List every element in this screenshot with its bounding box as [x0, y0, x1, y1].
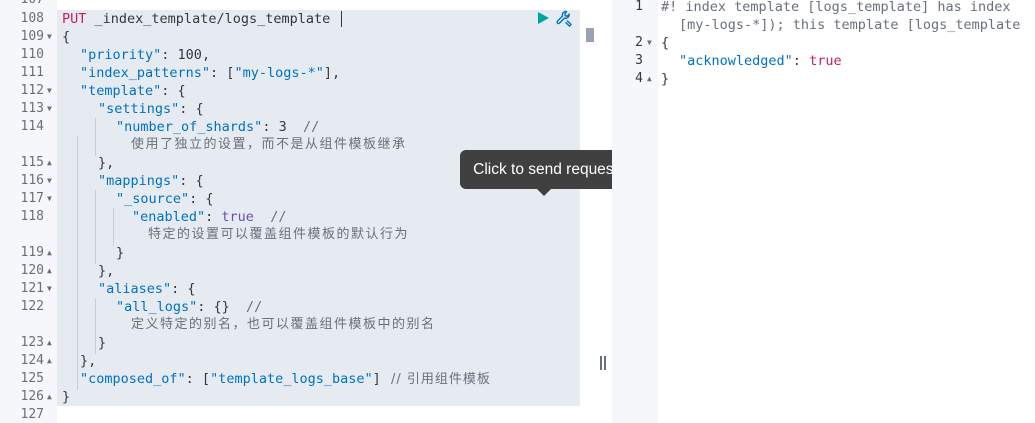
panel-resize-handle[interactable] — [598, 356, 608, 370]
wrench-icon[interactable] — [555, 9, 574, 28]
code-line[interactable]: "mappings": { — [98, 172, 204, 190]
line-number: 124 — [20, 353, 44, 368]
indent-guide — [77, 136, 78, 390]
line-number: 120 — [20, 263, 44, 278]
fold-toggle-icon[interactable]: ▼ — [47, 172, 57, 190]
fold-toggle-icon[interactable]: ▼ — [47, 28, 57, 46]
code-line[interactable]: } — [62, 388, 70, 406]
line-number: 126 — [20, 389, 44, 404]
fold-end-icon[interactable]: ▲ — [47, 244, 57, 262]
line-number: 123 — [20, 335, 44, 350]
code-line[interactable]: }, — [98, 262, 114, 280]
indent-guide — [95, 298, 96, 354]
code-line[interactable]: "index_patterns": ["my-logs-*"], — [80, 64, 340, 82]
tooltip-arrow — [537, 189, 551, 196]
text-cursor — [341, 11, 342, 27]
line-number: 3 — [635, 53, 643, 68]
line-number: 117 — [20, 191, 44, 206]
code-line[interactable]: }, — [98, 154, 114, 172]
code-line[interactable]: { — [62, 28, 70, 46]
fold-toggle-icon[interactable]: ▼ — [47, 100, 57, 118]
request-line[interactable]: PUT _index_template/logs_template — [62, 10, 330, 28]
indent-guide — [113, 208, 114, 246]
fold-toggle-icon[interactable]: ▼ — [647, 34, 657, 52]
line-number: 111 — [20, 65, 44, 80]
line-number: 125 — [20, 371, 44, 386]
send-request-tooltip: Click to send request — [460, 150, 631, 189]
line-number: 108 — [20, 11, 44, 26]
code-line[interactable]: "all_logs": {} // — [116, 298, 262, 316]
fold-end-icon[interactable]: ▲ — [47, 154, 57, 172]
indent-guide — [95, 118, 96, 156]
line-number: 112 — [20, 83, 44, 98]
line-number: 114 — [20, 119, 44, 134]
fold-toggle-icon[interactable]: ▼ — [47, 280, 57, 298]
code-line[interactable]: } — [98, 334, 106, 352]
line-number: 119 — [20, 245, 44, 260]
code-line[interactable]: "_source": { — [116, 190, 214, 208]
line-number: 122 — [20, 299, 44, 314]
fold-end-icon[interactable]: ▲ — [47, 352, 57, 370]
line-number: 110 — [20, 47, 44, 62]
http-method: PUT — [62, 11, 87, 27]
code-line[interactable]: "priority": 100, — [80, 46, 210, 64]
code-line[interactable]: "aliases": { — [98, 280, 196, 298]
code-comment: 特定的设置可以覆盖组件模板的默认行为 — [148, 227, 410, 242]
line-number: 118 — [20, 209, 44, 224]
scrollbar-thumb[interactable] — [586, 28, 594, 42]
line-number: 109 — [20, 29, 44, 44]
response-warning-line: #! index template [logs_template] has in… — [661, 0, 1011, 15]
response-line: { — [661, 35, 670, 51]
code-line[interactable]: "template": { — [80, 82, 186, 100]
line-number: 116 — [20, 173, 44, 188]
response-line: "acknowledged": true — [679, 53, 842, 69]
indent-guide — [95, 190, 96, 264]
fold-toggle-icon[interactable]: ▼ — [47, 82, 57, 100]
line-number: 121 — [20, 281, 44, 296]
line-number: 113 — [20, 101, 44, 116]
line-number: 1 — [635, 0, 643, 14]
code-comment: 使用了独立的设置，而不是从组件模板继承 — [131, 137, 407, 152]
line-number: 127 — [20, 407, 44, 422]
code-line[interactable]: "number_of_shards": 3 // — [116, 118, 319, 136]
fold-end-icon[interactable]: ▲ — [47, 388, 57, 406]
line-number: 2 — [635, 35, 643, 50]
response-warning-line: [my-logs-*]); this template [logs_templa… — [679, 17, 1021, 33]
code-line[interactable]: "settings": { — [98, 100, 204, 118]
code-line[interactable]: } — [116, 244, 124, 262]
code-line[interactable]: "enabled": true // — [132, 208, 286, 226]
line-number: 107 — [0, 0, 44, 9]
line-number: 115 — [20, 155, 44, 170]
response-line: } — [661, 71, 670, 87]
code-line[interactable]: "composed_of": ["template_logs_base"] //… — [80, 370, 491, 388]
code-line[interactable]: }, — [80, 352, 96, 370]
fold-end-icon[interactable]: ▲ — [647, 70, 657, 88]
fold-end-icon[interactable]: ▲ — [47, 262, 57, 280]
fold-end-icon[interactable]: ▲ — [47, 334, 57, 352]
request-path: _index_template/logs_template — [94, 11, 331, 27]
play-icon[interactable] — [536, 11, 550, 25]
code-comment: 定义特定的别名，也可以覆盖组件模板中的别名 — [131, 317, 436, 332]
fold-toggle-icon[interactable]: ▼ — [47, 190, 57, 208]
line-number: 4 — [635, 71, 643, 86]
